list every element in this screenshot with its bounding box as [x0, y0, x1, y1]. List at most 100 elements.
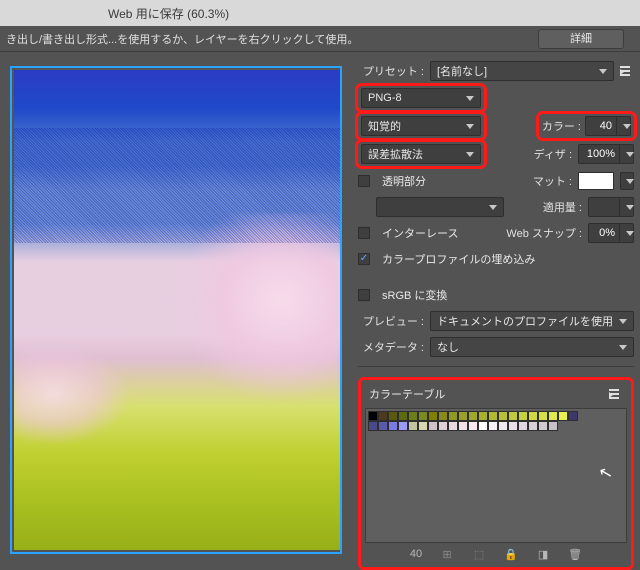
color-table-area[interactable]: ↖ [365, 408, 627, 543]
chevron-down-icon [619, 345, 627, 350]
preview-value: ドキュメントのプロファイルを使用 [437, 313, 613, 329]
chevron-down-icon [466, 96, 474, 101]
embed-profile-label: カラープロファイルの埋め込み [382, 251, 535, 267]
color-swatch[interactable] [498, 411, 508, 421]
color-swatch[interactable] [518, 411, 528, 421]
color-swatch[interactable] [568, 411, 578, 421]
color-table-label: カラーテーブル [369, 386, 445, 402]
websnap-input[interactable]: 0% [588, 223, 634, 243]
color-swatch[interactable] [488, 411, 498, 421]
chevron-down-icon [626, 205, 634, 210]
color-swatch[interactable] [498, 421, 508, 431]
color-reduction-select[interactable]: 知覚的 [361, 116, 481, 136]
chevron-down-icon [466, 124, 474, 129]
srgb-label: sRGB に変換 [382, 287, 447, 303]
embed-profile-checkbox[interactable] [358, 253, 370, 265]
preset-value: [名前なし] [437, 63, 487, 79]
color-swatch[interactable] [418, 421, 428, 431]
metadata-value: なし [437, 339, 459, 355]
color-swatch[interactable] [398, 421, 408, 431]
color-swatch[interactable] [458, 421, 468, 431]
apply-amt-label: 適用量 : [543, 199, 582, 215]
image-preview [14, 70, 340, 550]
websnap-label: Web スナップ : [506, 225, 582, 241]
color-swatch[interactable] [368, 411, 378, 421]
image-preview-frame[interactable] [10, 66, 342, 554]
color-swatch[interactable] [398, 411, 408, 421]
info-bar: き出し/書き出し形式...を使用するか、レイヤーを右クリックして使用。 詳細 [0, 26, 640, 52]
color-swatch[interactable] [528, 421, 538, 431]
color-swatch[interactable] [448, 411, 458, 421]
color-swatch[interactable] [428, 411, 438, 421]
chevron-down-icon [619, 319, 627, 324]
preview-label: プレビュー : [358, 313, 424, 329]
color-count: 40 [410, 548, 422, 560]
color-swatch[interactable] [448, 421, 458, 431]
dither-label: ディザ : [534, 146, 572, 162]
matte-label: マット : [533, 173, 572, 189]
color-swatch[interactable] [538, 411, 548, 421]
color-swatch[interactable] [368, 421, 378, 431]
color-swatch[interactable] [468, 411, 478, 421]
format-select[interactable]: PNG-8 [361, 88, 481, 108]
color-swatch[interactable] [378, 421, 388, 431]
matte-swatch[interactable] [578, 172, 614, 190]
color-swatch[interactable] [458, 411, 468, 421]
srgb-checkbox[interactable] [358, 289, 370, 301]
color-swatch[interactable] [478, 411, 488, 421]
transparency-checkbox[interactable] [358, 175, 370, 187]
cube-icon[interactable]: ⬚ [472, 547, 486, 561]
preset-label: プリセット : [358, 63, 424, 79]
preview-dither-artifact [14, 128, 340, 243]
color-swatch[interactable] [528, 411, 538, 421]
color-swatch[interactable] [378, 411, 388, 421]
color-table-footer: 40 ⊞ ⬚ 🔒 ◨ 🗑 [365, 547, 627, 561]
preset-select[interactable]: [名前なし] [430, 61, 614, 81]
lock-icon[interactable]: 🔒 [504, 547, 518, 561]
flyout-menu-icon[interactable] [620, 66, 634, 76]
color-swatch[interactable] [488, 421, 498, 431]
color-swatch[interactable] [518, 421, 528, 431]
colors-input[interactable]: 40 [585, 116, 631, 136]
colors-label: カラー : [542, 118, 581, 134]
cursor-icon: ↖ [596, 462, 614, 485]
flyout-menu-icon[interactable] [609, 389, 623, 399]
dither-method-select[interactable]: 誤差拡散法 [361, 144, 481, 164]
preview-select[interactable]: ドキュメントのプロファイルを使用 [430, 311, 634, 331]
transparency-label: 透明部分 [382, 173, 426, 189]
color-swatch[interactable] [508, 421, 518, 431]
matte-dropdown[interactable] [620, 172, 634, 190]
dither-method-value: 誤差拡散法 [368, 146, 423, 162]
color-swatch[interactable] [438, 421, 448, 431]
interlace-checkbox[interactable] [358, 227, 370, 239]
color-swatch[interactable] [408, 411, 418, 421]
trash-icon[interactable]: 🗑 [568, 547, 582, 561]
detail-button[interactable]: 詳細 [538, 29, 624, 49]
color-swatch[interactable] [418, 411, 428, 421]
dither-value: 100% [579, 148, 619, 160]
new-swatch-icon[interactable]: ◨ [536, 547, 550, 561]
color-swatch[interactable] [388, 421, 398, 431]
websnap-value: 0% [589, 227, 619, 239]
color-swatch[interactable] [508, 411, 518, 421]
color-swatch[interactable] [428, 421, 438, 431]
color-table-grid [368, 411, 578, 431]
color-swatch[interactable] [438, 411, 448, 421]
format-value: PNG-8 [368, 92, 402, 104]
colors-value: 40 [586, 120, 616, 132]
color-swatch[interactable] [548, 411, 558, 421]
transparency-dither-select [376, 197, 504, 217]
window-title: Web 用に保存 (60.3%) [108, 5, 229, 22]
color-swatch[interactable] [558, 411, 568, 421]
snap-web-icon[interactable]: ⊞ [440, 547, 454, 561]
color-swatch[interactable] [408, 421, 418, 431]
color-swatch[interactable] [538, 421, 548, 431]
chevron-down-icon [626, 152, 634, 157]
info-text: き出し/書き出し形式...を使用するか、レイヤーを右クリックして使用。 [6, 31, 358, 47]
color-swatch[interactable] [468, 421, 478, 431]
dither-amount-input[interactable]: 100% [578, 144, 634, 164]
color-swatch[interactable] [388, 411, 398, 421]
color-swatch[interactable] [478, 421, 488, 431]
metadata-select[interactable]: なし [430, 337, 634, 357]
color-swatch[interactable] [548, 421, 558, 431]
